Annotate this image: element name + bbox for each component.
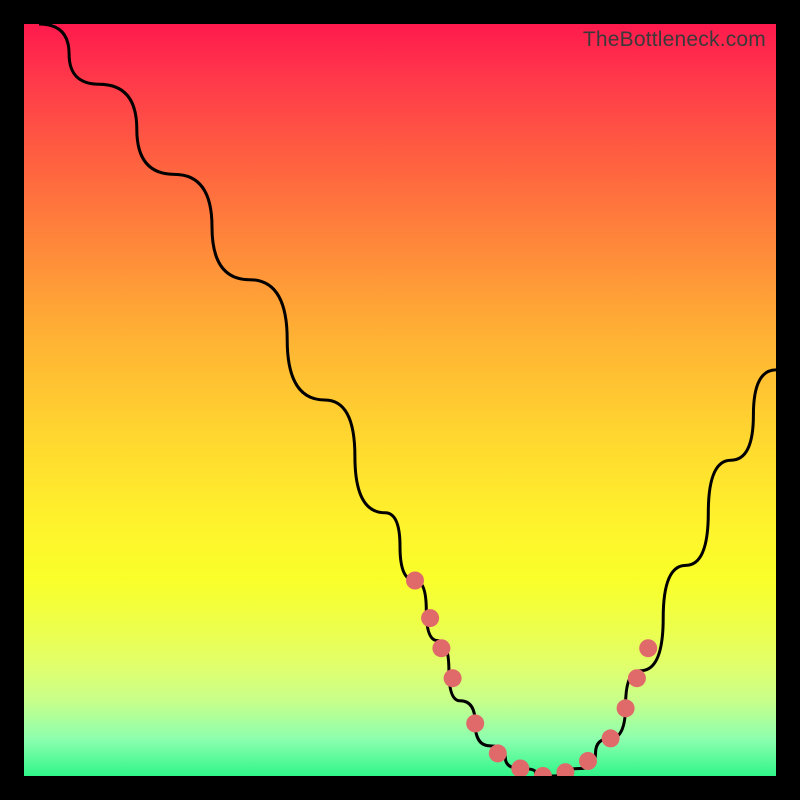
highlight-dot <box>534 767 552 776</box>
highlight-dot <box>556 763 574 776</box>
highlight-points <box>406 572 657 777</box>
highlight-dot <box>602 729 620 747</box>
bottleneck-curve <box>39 24 776 776</box>
highlight-dot <box>466 714 484 732</box>
highlight-dot <box>432 639 450 657</box>
highlight-dot <box>406 572 424 590</box>
chart-svg <box>24 24 776 776</box>
highlight-dot <box>617 699 635 717</box>
curve-line <box>39 24 776 776</box>
highlight-dot <box>639 639 657 657</box>
highlight-dot <box>489 744 507 762</box>
highlight-dot <box>579 752 597 770</box>
highlight-dot <box>628 669 646 687</box>
watermark-text: TheBottleneck.com <box>583 28 766 52</box>
chart-plot-area: TheBottleneck.com <box>24 24 776 776</box>
highlight-dot <box>511 760 529 777</box>
highlight-dot <box>444 669 462 687</box>
highlight-dot <box>421 609 439 627</box>
